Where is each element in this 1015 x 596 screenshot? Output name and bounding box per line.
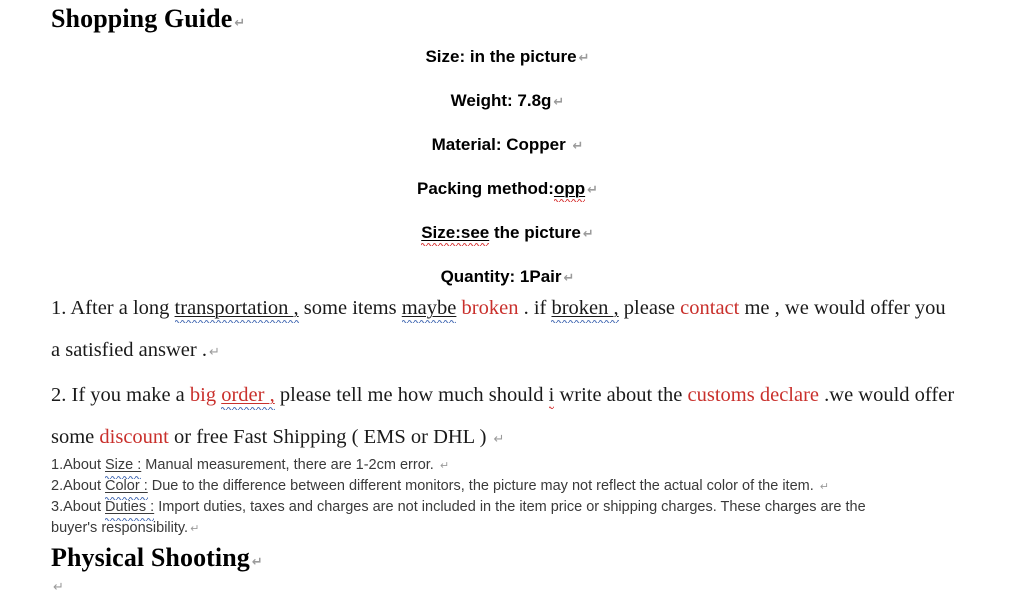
list-number: 2. <box>51 384 67 406</box>
paragraph-return-icon: ↵ <box>578 51 590 66</box>
paragraph-return-icon: ↵ <box>493 432 505 447</box>
grammarcheck-term-broken: broken , <box>551 296 619 323</box>
section-title-text: Physical Shooting <box>51 543 250 572</box>
paragraph-2-line-1: 2. If you make a big order , please tell… <box>51 383 955 410</box>
grammarcheck-term-order: order , <box>221 383 275 410</box>
note-2-text: Due to the difference between different … <box>147 478 818 494</box>
note-3-number: 3.About <box>51 499 106 515</box>
p1-seg-a: After a long <box>66 297 175 319</box>
p2-seg-c: write about the <box>554 384 688 406</box>
page-title-shopping-guide: Shopping Guide ↵ <box>51 4 245 39</box>
note-1-number: 1.About <box>51 457 106 473</box>
grammarcheck-term-maybe: maybe <box>401 296 457 323</box>
spec-row-size-see: Size:see the picture ↵ <box>0 223 1015 246</box>
page-title-text: Shopping Guide <box>51 4 233 33</box>
paragraph-2-line-2: some discount or free Fast Shipping ( EM… <box>51 425 954 452</box>
note-2-number: 2.About <box>51 478 106 494</box>
paragraph-return-icon: ↵ <box>587 183 599 198</box>
spellcheck-term-size-see: Size:see <box>421 223 490 246</box>
spellcheck-term-i: i <box>548 383 555 409</box>
note-3-continuation: buyer's responsibility. <box>51 520 189 536</box>
spec-row-material: Material: Copper ↵ <box>0 135 1015 157</box>
p2-seg-b: please tell me how much should <box>274 384 549 406</box>
note-3-text: Import duties, taxes and charges are not… <box>154 499 866 515</box>
p2-line2-b: or free Fast Shipping ( EMS or DHL ) <box>168 426 492 448</box>
p2-customs-declare: customs declare <box>687 384 820 406</box>
note-item-size: 1.About Size : Manual measurement, there… <box>51 455 866 479</box>
paragraph-return-icon: ↵ <box>251 555 263 570</box>
note-1-text: Manual measurement, there are 1-2cm erro… <box>141 457 434 473</box>
spec-row-packing-method: Packing method: opp ↵ <box>0 179 1015 202</box>
product-spec-list: Size: in the picture ↵ Weight: 7.8g ↵ Mate… <box>0 47 1015 311</box>
p2-big: big <box>189 384 222 406</box>
p1-seg-b: some items <box>298 297 402 319</box>
p2-seg-a: If you make a <box>66 384 190 406</box>
p1-seg-d: . if <box>518 297 552 319</box>
list-number: 1. <box>51 297 67 319</box>
paragraph-return-icon: ↵ <box>819 480 830 493</box>
note-item-duties-continuation: buyer's responsibility. ↵ <box>51 518 866 539</box>
spec-packing-label: Packing method: <box>416 179 554 198</box>
p2-i: i <box>548 384 555 406</box>
p2-seg-d: .we would offer <box>819 384 955 406</box>
trailing-empty-paragraph: ↵ <box>51 578 64 596</box>
document-page: Shopping Guide ↵ Size: in the picture ↵ We… <box>0 0 1015 595</box>
spec-row-weight: Weight: 7.8g ↵ <box>0 91 1015 113</box>
policy-paragraphs: 1. After a long transportation , some it… <box>51 296 954 470</box>
paragraph-return-icon: ↵ <box>439 459 450 472</box>
note-item-duties: 3.About Duties : Import duties, taxes an… <box>51 497 866 521</box>
paragraph-1-line-2: a satisfied answer . ↵ <box>51 338 954 365</box>
p2-line2-a: some <box>51 426 100 448</box>
p1-transportation: transportation , <box>174 297 299 319</box>
grammarcheck-term-transportation: transportation , <box>174 296 299 323</box>
p1-broken-second: broken , <box>551 297 619 319</box>
spec-row-quantity: Quantity: 1Pair ↵ <box>0 267 1015 289</box>
p1-line2-text: a satisfied answer . <box>51 339 207 361</box>
grammarcheck-term-size: Size : <box>105 455 142 479</box>
note-2-term: Color : <box>105 478 148 494</box>
spellcheck-term-opp: opp <box>553 179 586 202</box>
spec-size-see-value: the picture <box>489 223 581 242</box>
paragraph-return-icon: ↵ <box>553 95 565 110</box>
grammarcheck-term-color: Color : <box>105 476 148 500</box>
p1-maybe: maybe <box>401 297 457 319</box>
p2-discount: discount <box>99 426 169 448</box>
section-title-physical-shooting: Physical Shooting ↵ <box>51 543 263 578</box>
paragraph-1-line-1: 1. After a long transportation , some it… <box>51 296 954 323</box>
paragraph-return-icon: ↵ <box>190 522 200 535</box>
spec-row-size: Size: in the picture ↵ <box>0 47 1015 69</box>
grammarcheck-term-duties: Duties : <box>105 497 155 521</box>
spec-quantity-text: Quantity: 1Pair <box>440 267 562 286</box>
spec-material-text: Material: Copper <box>431 135 571 154</box>
p1-seg-e: please <box>618 297 681 319</box>
p1-contact: contact <box>680 297 740 319</box>
paragraph-return-icon: ↵ <box>53 580 64 595</box>
paragraph-return-icon: ↵ <box>208 345 220 360</box>
spec-weight-text: Weight: 7.8g <box>450 91 552 110</box>
spec-size-text: Size: in the picture <box>425 47 577 66</box>
p1-broken-first: broken <box>461 297 519 319</box>
spec-size-see-label: Size:see <box>421 223 490 242</box>
policy-notes-list: 1.About Size : Manual measurement, there… <box>51 455 866 539</box>
note-3-term: Duties : <box>105 499 155 515</box>
paragraph-return-icon: ↵ <box>234 16 246 31</box>
paragraph-return-icon: ↵ <box>563 271 575 286</box>
note-item-color: 2.About Color : Due to the difference be… <box>51 476 866 500</box>
note-1-term: Size : <box>105 457 142 473</box>
paragraph-return-icon: ↵ <box>572 139 584 154</box>
p1-seg-f: me , we would offer you <box>739 297 946 319</box>
paragraph-return-icon: ↵ <box>582 227 594 242</box>
spec-packing-value: opp <box>553 179 586 198</box>
p2-order: order , <box>221 384 275 406</box>
